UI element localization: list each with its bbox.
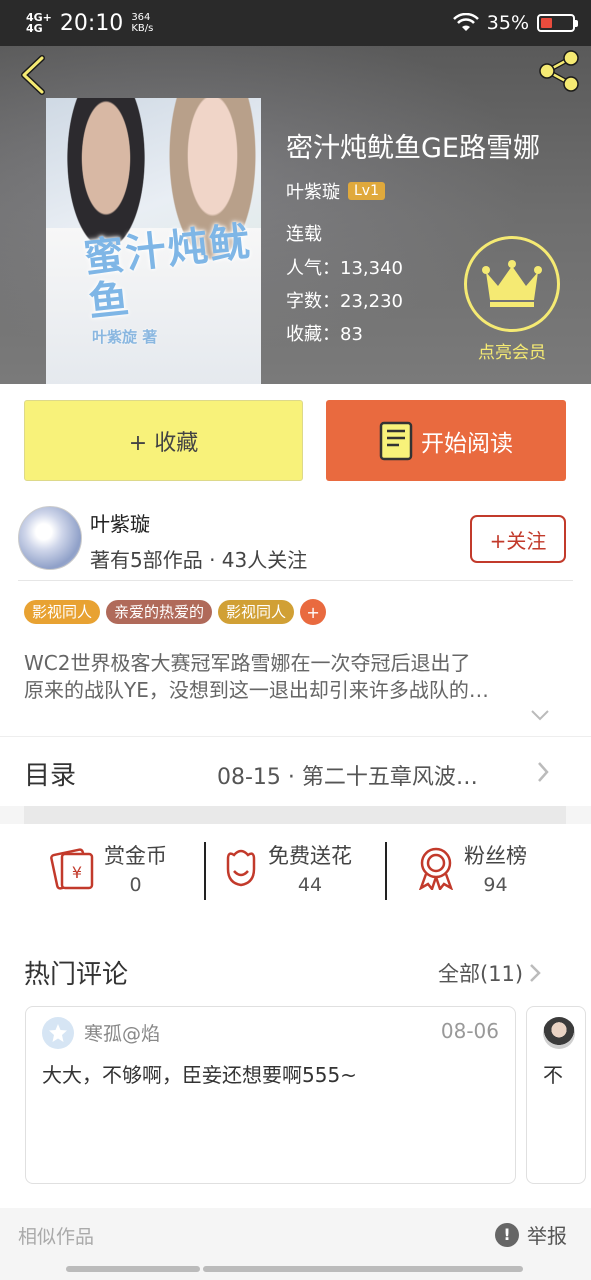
cover-author: 叶紫旋 著 — [92, 328, 158, 346]
comment-card[interactable]: 不 — [526, 1006, 586, 1184]
follow-button[interactable]: +关注 — [470, 515, 566, 563]
book-title: 密汁炖鱿鱼GE路雪娜 — [286, 133, 540, 164]
network-type-sub: 4G — [26, 22, 43, 35]
clock: 20:10 — [59, 10, 124, 36]
popularity: 人气：13,340 — [286, 258, 403, 279]
user-avatar[interactable] — [543, 1017, 575, 1049]
synopsis-line: 原来的战队YE，没想到这一退出却引来许多战队的… — [24, 678, 489, 702]
hot-comments-section: 热门评论 全部(11) 寒孤@焰 08-06 大大，不够啊，臣妾还想要啊555~… — [0, 924, 591, 1208]
stat-value: 44 — [297, 874, 323, 896]
report-label: 举报 — [527, 1224, 567, 1248]
cover-title: 蜜汁炖鱿鱼 — [81, 218, 254, 326]
section-title: 热门评论 — [24, 960, 129, 990]
tag-list: 影视同人 亲爱的热爱的 影视同人 + — [24, 599, 327, 625]
red-envelope-icon: ¥ — [50, 848, 94, 890]
scroll-indicator — [203, 1266, 523, 1272]
serial-status: 连载 — [286, 224, 322, 245]
vip-circle — [464, 236, 560, 332]
speed-value: 364 — [131, 12, 151, 23]
author-section: 叶紫璇 著有5部作品 · 43人关注 +关注 影视同人 亲爱的热爱的 影视同人 … — [0, 496, 591, 736]
favorites-count: 收藏：83 — [286, 324, 363, 345]
latest-chapter: 08-15 · 第二十五章风波… — [217, 765, 478, 790]
default-avatar-icon — [49, 1024, 67, 1042]
user-avatar[interactable] — [42, 1017, 74, 1049]
all-comments-link[interactable]: 全部(11) — [438, 958, 541, 988]
book-cover[interactable]: 蜜汁炖鱿鱼 叶紫旋 著 — [46, 98, 261, 384]
collect-button[interactable]: + 收藏 — [24, 400, 303, 481]
level-badge: Lv1 — [348, 182, 385, 200]
medal-icon — [418, 847, 454, 890]
comment-card[interactable]: 寒孤@焰 08-06 大大，不够啊，臣妾还想要啊555~ — [25, 1006, 516, 1184]
comment-text: 大大，不够啊，臣妾还想要啊555~ — [42, 1063, 357, 1087]
battery-percent: 35% — [486, 12, 529, 34]
author-row[interactable]: 叶紫璇 Lv1 — [286, 178, 385, 204]
fan-ranking-button[interactable]: 粉丝榜 94 — [416, 840, 527, 896]
flower-icon — [226, 849, 256, 887]
similar-works-label: 相似作品 — [18, 1226, 95, 1248]
word-count: 字数：23,230 — [286, 291, 403, 312]
vip-label: 点亮会员 — [478, 343, 546, 363]
network-speed: 364 KB/s — [131, 12, 153, 34]
author-avatar[interactable] — [18, 506, 82, 570]
chevron-right-icon — [538, 762, 549, 782]
stat-label: 免费送花 — [268, 844, 352, 868]
author-name[interactable]: 叶紫璇 — [286, 178, 340, 204]
stat-value: 94 — [483, 874, 508, 896]
speed-unit: KB/s — [131, 23, 154, 34]
report-button[interactable]: ! 举报 — [495, 1220, 567, 1249]
tag[interactable]: 亲爱的热爱的 — [106, 600, 213, 624]
add-tag-button[interactable]: + — [300, 599, 327, 625]
chevron-right-icon — [530, 964, 541, 982]
catalog-row[interactable]: 目录 08-15 · 第二十五章风波… — [0, 736, 591, 806]
synopsis-line: WC2世界极客大赛冠军路雪娜在一次夺冠后退出了 — [24, 651, 471, 675]
book-header: 蜜汁炖鱿鱼 叶紫旋 著 密汁炖鱿鱼GE路雪娜 叶紫璇 Lv1 连载 人气：13,… — [0, 46, 591, 384]
alert-icon: ! — [495, 1222, 519, 1247]
stats-row: ¥ 赏金币 0 免费送花 44 粉丝榜 94 — [0, 824, 591, 924]
bottom-bar: 相似作品 ! 举报 — [0, 1208, 591, 1280]
battery-icon — [537, 14, 578, 32]
author-name-label[interactable]: 叶紫璇 — [90, 508, 150, 537]
start-reading-label: 开始阅读 — [421, 430, 513, 457]
action-bar: + 收藏 开始阅读 — [0, 384, 591, 496]
stat-label: 赏金币 — [104, 844, 167, 868]
tag[interactable]: 影视同人 — [24, 600, 101, 624]
network-indicator: 4G+ 4G — [26, 12, 52, 34]
stat-value: 0 — [129, 874, 142, 896]
chevron-down-icon[interactable] — [530, 708, 550, 722]
divider — [18, 580, 573, 581]
divider — [385, 842, 387, 900]
synopsis[interactable]: WC2世界极客大赛冠军路雪娜在一次夺冠后退出了 原来的战队YE，没想到这一退出却… — [24, 650, 564, 704]
section-divider — [24, 806, 566, 824]
reward-coins-button[interactable]: ¥ 赏金币 0 — [50, 840, 167, 896]
chevron-left-icon[interactable] — [14, 52, 54, 98]
comment-username[interactable]: 寒孤@焰 — [84, 1019, 160, 1046]
svg-text:¥: ¥ — [72, 863, 82, 882]
status-bar: 4G+ 4G 20:10 364 KB/s 35% — [0, 0, 591, 46]
divider — [204, 842, 206, 900]
crown-icon — [482, 260, 542, 307]
catalog-label: 目录 — [24, 761, 77, 791]
share-icon[interactable] — [533, 46, 583, 96]
stat-label: 粉丝榜 — [464, 844, 527, 868]
all-comments-label: 全部(11) — [438, 962, 524, 986]
author-stats: 著有5部作品 · 43人关注 — [90, 548, 308, 572]
comment-date: 08-06 — [440, 1019, 499, 1043]
vip-button[interactable]: 点亮会员 — [452, 236, 572, 363]
battery-level — [541, 18, 552, 28]
tag[interactable]: 影视同人 — [218, 600, 295, 624]
book-icon — [379, 421, 413, 460]
scroll-indicator — [66, 1266, 200, 1272]
send-flower-button[interactable]: 免费送花 44 — [222, 840, 352, 896]
comment-text: 不 — [543, 1063, 563, 1087]
wifi-icon — [452, 13, 479, 31]
start-reading-button[interactable]: 开始阅读 — [326, 400, 566, 481]
